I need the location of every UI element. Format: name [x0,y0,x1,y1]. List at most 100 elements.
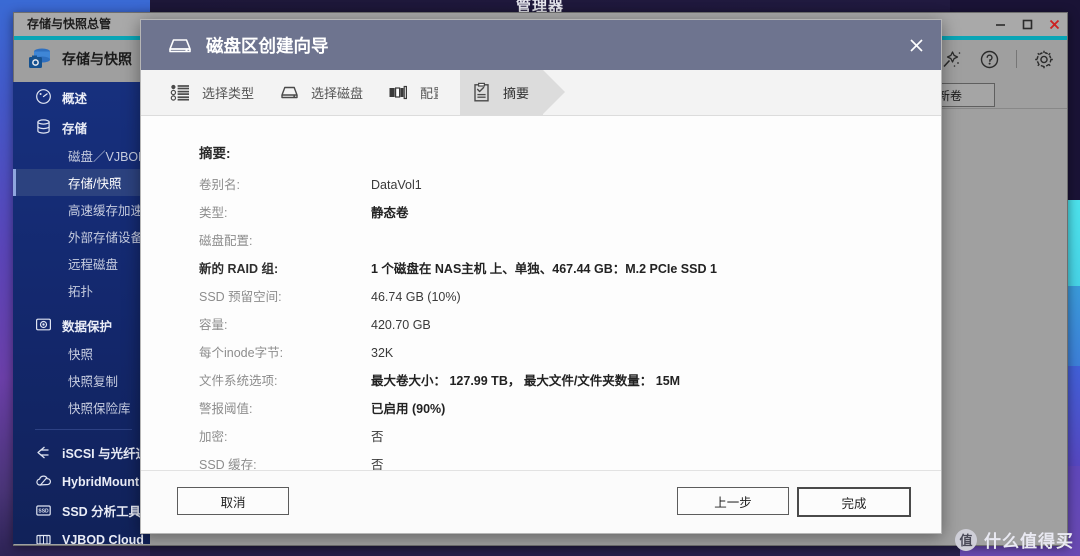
sidebar-label: 外部存储设备 [68,231,144,245]
minimize-button[interactable] [994,18,1007,31]
summary-row-value: 1 个磁盘在 NAS主机 上、单独、467.44 GB：M.2 PCIe SSD… [371,262,717,276]
dialog-header: 磁盘区创建向导 [141,20,941,70]
config-blocks-icon [387,82,409,104]
dialog-close-button[interactable] [904,33,928,57]
volume-creation-wizard-dialog: 磁盘区创建向导 选择类型 选择磁盘 配置 摘要 摘要: 卷别名: DataVol… [140,19,942,534]
maximize-button[interactable] [1021,18,1034,31]
watermark: 值 什么值得买 [955,527,1074,552]
summary-row-value: 420.70 GB [371,318,431,332]
summary-row-label: SSD 预留空间: [199,290,282,304]
summary-row-label: 新的 RAID 组: [199,262,279,276]
summary-row-value: 最大卷大小： 127.99 TB， 最大文件/文件夹数量： 15M [371,374,681,388]
sidebar-label: 快照 [68,348,94,362]
sidebar-item-ssd-profiling[interactable]: SSD SSD 分析工具 [13,496,150,525]
summary-row: 类型: 静态卷 [199,204,941,232]
summary-row-value: 否 [371,458,384,470]
sidebar-label: VJBOD Cloud [62,532,144,545]
sidebar-label: 存储/快照 [68,177,122,191]
sidebar-label: 高速缓存加速 [68,204,144,218]
dialog-footer: 取消 上一步 完成 [141,470,941,533]
window-tab-storage[interactable]: 存储与快照总管 [27,13,111,36]
summary-row-value: 32K [371,346,394,360]
summary-row-label: 警报阈值: [199,402,253,416]
sidebar-label: 数据保护 [62,319,113,334]
summary-row: 磁盘配置: [199,232,941,260]
sidebar-item-external-storage[interactable]: 外部存储设备 [13,223,150,250]
summary-row-label: 卷别名: [199,178,240,192]
shield-camera-icon [35,316,52,333]
sidebar-item-cache-acceleration[interactable]: 高速缓存加速 [13,196,150,223]
watermark-text: 什么值得买 [984,532,1074,551]
sidebar-item-storage[interactable]: 存储 [13,112,150,142]
magic-wand-icon[interactable] [940,48,962,70]
disk-icon [278,82,300,104]
wizard-step-label: 选择类型 [202,86,255,101]
sidebar-item-data-protection[interactable]: 数据保护 [13,310,150,340]
sidebar-item-snapshot-replica[interactable]: 快照复制 [13,367,150,394]
summary-row-label: 类型: [199,206,228,220]
sidebar-item-storage-snapshots[interactable]: 存储/快照 [13,169,150,196]
summary-row-value: 已启用 (90%) [371,402,446,416]
sidebar-item-topology[interactable]: 拓扑 [13,277,150,304]
header-tools [940,40,1055,78]
summary-row-label: 每个inode字节: [199,346,284,360]
sidebar-label: 磁盘／VJBOD [68,150,148,164]
sidebar-label: 快照复制 [68,375,119,389]
summary-row: 容量: 420.70 GB [199,316,941,344]
previous-button[interactable]: 上一步 [677,487,789,515]
summary-row: 加密: 否 [199,428,941,456]
sidebar-label: SSD 分析工具 [62,505,142,519]
sidebar-item-snapshot[interactable]: 快照 [13,340,150,367]
wizard-step-bar: 选择类型 选择磁盘 配置 摘要 [141,70,941,116]
sidebar-item-iscsi-fibre[interactable]: iSCSI 与光纤通 [13,438,150,467]
sidebar-label: 远程磁盘 [68,258,119,272]
sidebar-item-disks-vjbod[interactable]: 磁盘／VJBOD [13,142,150,169]
sidebar-label: 概述 [62,91,88,106]
summary-row-label: 容量: [199,318,228,332]
summary-row-value: 46.74 GB (10%) [371,290,461,304]
summary-row-label: 加密: [199,430,228,444]
cancel-button[interactable]: 取消 [177,487,289,515]
toolbar-divider [1016,50,1017,68]
summary-row: 新的 RAID 组: 1 个磁盘在 NAS主机 上、单独、467.44 GB：M.… [199,260,941,288]
sidebar-nav: 概述 存储 磁盘／VJBOD 存储/快照 高速缓存加速 外部存储设备 远程磁盘 … [13,82,150,544]
wizard-step-summary[interactable]: 摘要 [438,70,566,115]
sidebar-label: 快照保险库 [68,402,131,416]
close-button[interactable] [1048,18,1061,31]
summary-row: SSD 预留空间: 46.74 GB (10%) [199,288,941,316]
wizard-step-label: 选择磁盘 [311,86,364,101]
summary-row-value: DataVol1 [371,178,422,192]
vjbod-cloud-icon [35,531,52,544]
summary-row: 每个inode字节: 32K [199,344,941,372]
wizard-step-label: 摘要 [503,86,530,101]
ssd-icon: SSD [35,502,52,519]
sidebar-item-remote-disk[interactable]: 远程磁盘 [13,250,150,277]
gear-icon[interactable] [1033,48,1055,70]
sidebar-label: HybridMount [62,474,140,489]
disk-icon [166,31,194,59]
question-circle-icon[interactable] [978,48,1000,70]
sidebar-item-vjbod-cloud[interactable]: VJBOD Cloud [13,525,150,544]
summary-row-label: 磁盘配置: [199,234,253,248]
clipboard-check-icon [470,82,492,104]
sidebar-item-overview[interactable]: 概述 [13,82,150,112]
summary-row: 文件系统选项: 最大卷大小： 127.99 TB， 最大文件/文件夹数量： 15M [199,372,941,400]
summary-row: 警报阈值: 已启用 (90%) [199,400,941,428]
sidebar-item-hybridmount[interactable]: HybridMount [13,467,150,496]
database-icon [35,118,52,135]
summary-row-value: 否 [371,430,384,444]
summary-row: 卷别名: DataVol1 [199,176,941,204]
list-type-icon [169,82,191,104]
storage-snapshot-icon [27,46,53,72]
sidebar-label: 存储 [62,121,88,136]
summary-row: SSD 缓存: 否 [199,456,941,470]
sidebar-item-snapshot-vault[interactable]: 快照保险库 [13,394,150,421]
dialog-body: 摘要: 卷别名: DataVol1 类型: 静态卷 磁盘配置: 新的 RAID 组: 1 个… [141,116,941,470]
summary-rows: 卷别名: DataVol1 类型: 静态卷磁盘配置: 新的 RAID 组: 1 个磁盘在 … [141,176,941,470]
app-title: 存储与快照 [62,51,132,67]
wizard-step-select-disk[interactable]: 选择磁盘 [268,70,377,115]
iscsi-icon [35,444,52,461]
summary-row-value: 静态卷 [371,206,409,220]
wizard-step-select-type[interactable]: 选择类型 [159,70,268,115]
finish-button[interactable]: 完成 [797,487,911,517]
